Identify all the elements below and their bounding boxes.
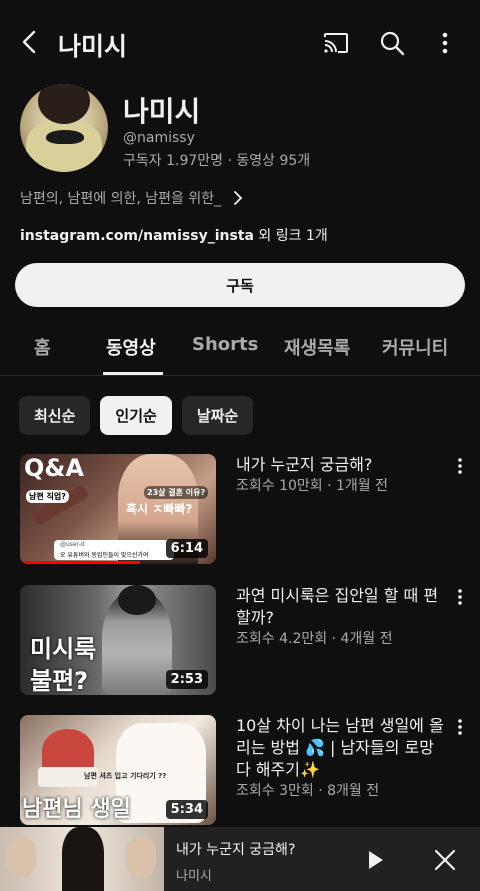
video-item[interactable]: 미시룩 불편? 2:53 과연 미시룩은 집안일 할 때 편할까? 조회수 4.… [0, 585, 480, 697]
video-meta: 조회수 10만회 · 1개월 전 [236, 478, 389, 494]
channel-name: 나미시 [123, 95, 201, 128]
channel-avatar[interactable] [20, 84, 108, 172]
video-meta: 조회수 4.2만회 · 4개월 전 [236, 631, 393, 647]
close-icon[interactable] [432, 847, 458, 873]
subscribe-button[interactable]: 구독 [15, 263, 465, 307]
sort-chips: 최신순 인기순 날짜순 [19, 396, 254, 435]
thumb-text: 남편님 생일 [22, 797, 131, 822]
video-thumbnail[interactable]: 남편 셔츠 입고 기다리기 ?? 남편님 생일 5:34 [20, 715, 216, 825]
channel-description[interactable]: 남편의, 남편에 의한, 남편을 위한_ [20, 188, 245, 208]
search-icon[interactable] [378, 29, 406, 57]
chevron-right-icon [234, 191, 243, 205]
back-arrow-icon[interactable] [16, 28, 44, 56]
play-icon[interactable] [362, 847, 388, 873]
thumb-tag: 23살 결혼 이유? [144, 486, 209, 499]
video-thumbnail[interactable]: 미시룩 불편? 2:53 [20, 585, 216, 695]
channel-tabs: 홈 동영상 Shorts 재생목록 커뮤니티 [0, 322, 480, 376]
thumb-tag: 남편 직업? [26, 490, 69, 503]
thumb-comment-text: 오 유튜버와 동업인들이 맞으신가여 [60, 552, 149, 559]
video-title[interactable]: 내가 누군지 궁금해? 조회수 10만회 · 1개월 전 [236, 454, 448, 496]
tab-community[interactable]: 커뮤니티 [382, 334, 448, 360]
video-duration: 5:34 [165, 800, 208, 819]
channel-handle: @namissy [123, 130, 195, 146]
video-thumbnail[interactable]: Q&A 남편 직업? 23살 결혼 이유? 혹시 ㅈ빠빠? @user-d 오 … [20, 454, 216, 564]
tab-playlists[interactable]: 재생목록 [284, 334, 350, 360]
video-title-text[interactable]: 내가 누군지 궁금해? [236, 454, 448, 476]
video-title-text[interactable]: 10살 차이 나는 남편 생일에 올리는 방법 💦 | 남자들의 로망 다 해주… [236, 715, 448, 781]
channel-header: 나미시 @namissy 구독자 1.97만명 · 동영상 95개 [0, 84, 480, 184]
more-vert-icon[interactable] [433, 29, 457, 57]
watch-progress-bar [20, 561, 140, 564]
video-title[interactable]: 과연 미시룩은 집안일 할 때 편할까? 조회수 4.2만회 · 4개월 전 [236, 585, 448, 649]
miniplayer[interactable]: 내가 누군지 궁금해? 나미시 [0, 827, 480, 891]
description-text: 남편의, 남편에 의한, 남편을 위한_ [20, 191, 222, 207]
more-vert-icon[interactable] [452, 717, 468, 737]
page-title: 나미시 [58, 32, 128, 61]
thumb-text: Q&A [24, 454, 84, 482]
video-duration: 2:53 [165, 670, 208, 689]
chip-latest[interactable]: 최신순 [19, 396, 91, 435]
tab-videos[interactable]: 동영상 [106, 334, 156, 360]
video-duration: 6:14 [165, 539, 208, 558]
tab-home[interactable]: 홈 [34, 334, 51, 360]
active-tab-indicator [103, 372, 163, 375]
thumb-comment: @user-d 오 유튜버와 동업인들이 맞으신가여 [54, 540, 174, 560]
channel-stats: 구독자 1.97만명 · 동영상 95개 [123, 153, 311, 169]
thumb-text: 불편? [30, 667, 89, 695]
link-url[interactable]: instagram.com/namissy_insta [20, 228, 254, 244]
thumb-text: 남편 셔츠 입고 기다리기 ?? [84, 772, 167, 780]
video-item[interactable]: 남편 셔츠 입고 기다리기 ?? 남편님 생일 5:34 10살 차이 나는 남… [0, 715, 480, 827]
video-item[interactable]: Q&A 남편 직업? 23살 결혼 이유? 혹시 ㅈ빠빠? @user-d 오 … [0, 454, 480, 566]
thumb-text: 미시룩 [30, 635, 97, 663]
cast-icon[interactable] [322, 29, 350, 57]
video-title-text[interactable]: 과연 미시룩은 집안일 할 때 편할까? [236, 585, 448, 629]
chip-popular[interactable]: 인기순 [100, 396, 172, 435]
video-meta: 조회수 3만회 · 8개월 전 [236, 783, 380, 799]
more-vert-icon[interactable] [452, 587, 468, 607]
top-app-bar: 나미시 [0, 20, 480, 66]
miniplayer-thumbnail[interactable] [0, 827, 164, 891]
video-title[interactable]: 10살 차이 나는 남편 생일에 올리는 방법 💦 | 남자들의 로망 다 해주… [236, 715, 448, 801]
miniplayer-channel: 나미시 [176, 869, 212, 884]
tab-shorts[interactable]: Shorts [192, 334, 258, 355]
channel-link[interactable]: instagram.com/namissy_insta 외 링크 1개 [20, 225, 328, 245]
more-vert-icon[interactable] [452, 456, 468, 476]
miniplayer-title[interactable]: 내가 누군지 궁금해? [176, 839, 295, 859]
thumb-tag: 혹시 ㅈ빠빠? [126, 502, 193, 516]
link-extra[interactable]: 외 링크 1개 [254, 228, 327, 244]
chip-oldest[interactable]: 날짜순 [181, 396, 254, 435]
thumb-comment-user: @user-d [60, 541, 85, 548]
